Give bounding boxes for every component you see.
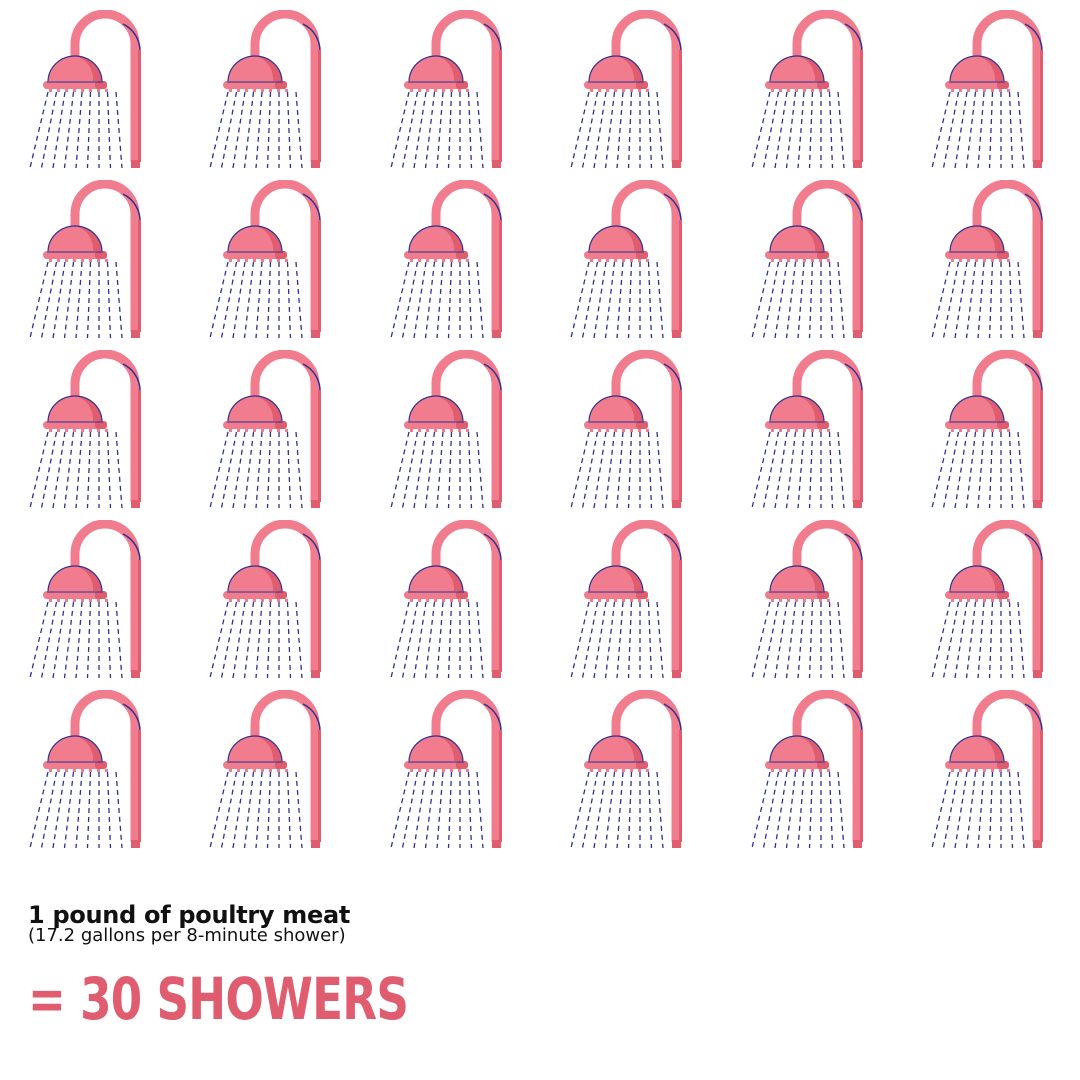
shower-icon [556,690,706,850]
shower-icon [376,690,526,850]
shower-icon [556,520,706,680]
shower-icon [195,350,345,510]
caption-subtitle: (17.2 gallons per 8-minute shower) [28,925,346,946]
shower-icon [195,10,345,170]
shower-icon [376,520,526,680]
shower-icon [15,10,165,170]
shower-icon [917,690,1067,850]
shower-icon [376,350,526,510]
shower-icon [737,690,887,850]
shower-icon [15,520,165,680]
shower-icon [737,520,887,680]
caption: 1 pound of poultry meat (17.2 gallons pe… [28,900,350,946]
shower-icon [737,180,887,340]
shower-icon [556,10,706,170]
shower-icon [15,180,165,340]
shower-icon [556,180,706,340]
shower-grid [0,0,1080,860]
shower-icon [195,690,345,850]
shower-icon [917,350,1067,510]
result-text: = 30 SHOWERS [28,965,409,1033]
shower-icon [917,520,1067,680]
shower-icon [15,690,165,850]
shower-icon [917,180,1067,340]
shower-icon [15,350,165,510]
shower-icon [376,180,526,340]
shower-icon [917,10,1067,170]
shower-icon [195,520,345,680]
shower-icon [556,350,706,510]
shower-icon [376,10,526,170]
shower-icon [195,180,345,340]
shower-icon [737,350,887,510]
shower-icon [737,10,887,170]
